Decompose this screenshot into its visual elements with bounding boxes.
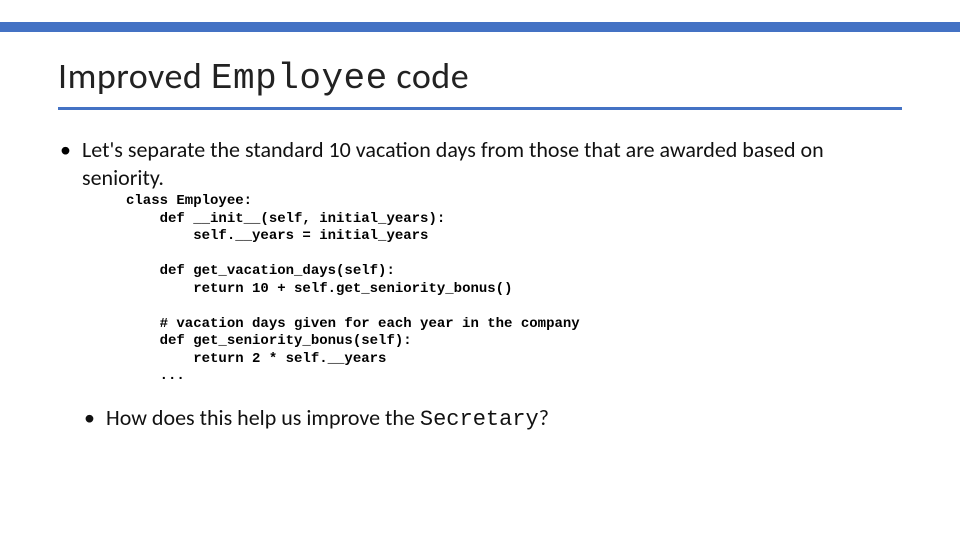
slide-title: Improved Employee code	[58, 54, 902, 99]
code-l5: def get_vacation_days(self):	[126, 263, 395, 279]
title-underline	[58, 107, 902, 110]
code-l1: class Employee:	[126, 193, 252, 209]
top-accent-bar	[0, 22, 960, 32]
bullet-1: Let's separate the standard 10 vacation …	[58, 136, 902, 433]
title-part1: Improved	[58, 54, 211, 98]
code-l2: def __init__(self, initial_years):	[126, 211, 445, 227]
bullet-2-post: ?	[539, 404, 549, 431]
title-part-mono: Employee	[211, 58, 388, 99]
bullet-2-mono: Secretary	[420, 407, 539, 432]
code-l6a: return 10 + self.	[126, 281, 336, 297]
code-block: class Employee: def __init__(self, initi…	[126, 193, 902, 386]
sub-bullet-list: How does this help us improve the Secret…	[82, 404, 902, 434]
bullet-1-text: Let's separate the standard 10 vacation …	[82, 136, 824, 191]
bullet-2-pre: How does this help us improve the	[106, 404, 420, 431]
code-l8: # vacation days given for each year in t…	[126, 316, 580, 332]
code-l9: def get_seniority_bonus(self):	[126, 333, 412, 349]
slide-body: Improved Employee code Let's separate th…	[0, 0, 960, 433]
code-l10: return 2 * self.__years	[126, 351, 386, 367]
code-l3: self.__years = initial_years	[126, 228, 428, 244]
title-part3: code	[388, 54, 469, 98]
bullet-2: How does this help us improve the Secret…	[82, 404, 902, 434]
bullet-list: Let's separate the standard 10 vacation …	[58, 136, 902, 433]
code-l11: ...	[126, 368, 185, 384]
code-l6b: get_seniority_bonus()	[336, 281, 512, 297]
